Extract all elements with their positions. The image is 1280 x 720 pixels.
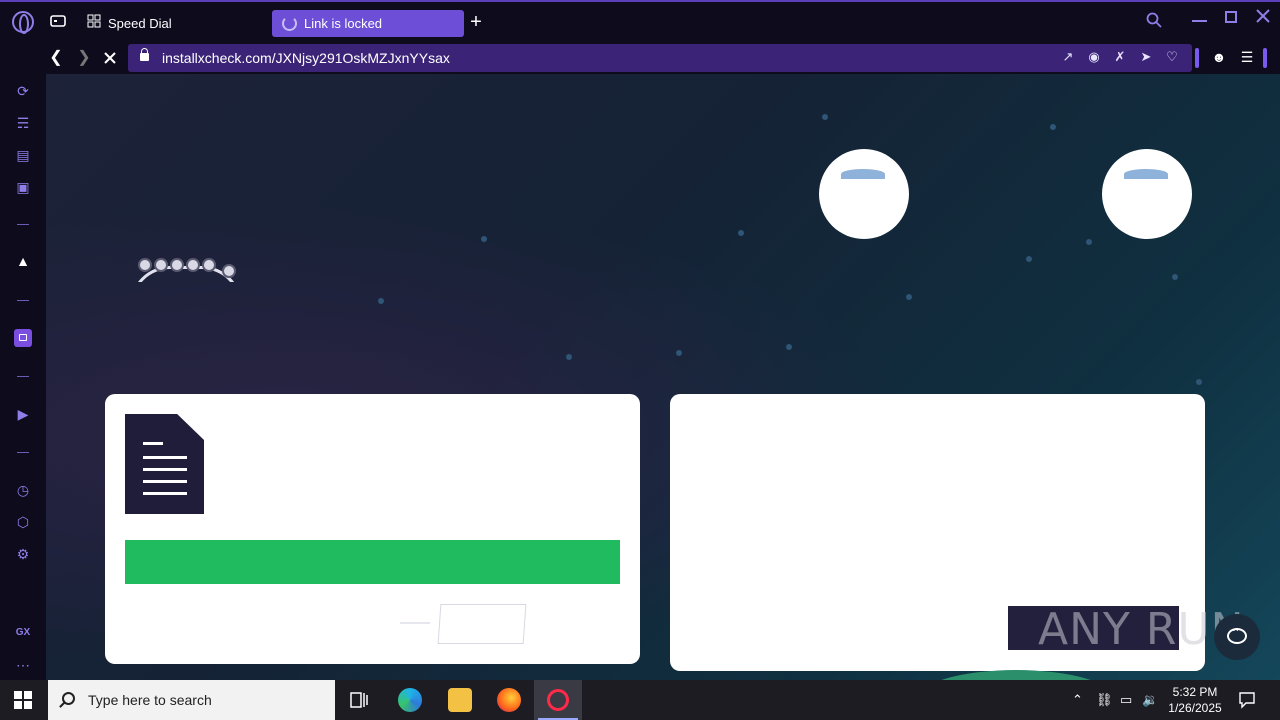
document-line [143,456,187,459]
decorative-orb [819,149,909,239]
background-star [786,344,792,350]
opera-gx-icon [547,689,569,711]
sidebar-divider [17,300,29,301]
extensions-icon[interactable]: ⬡ [14,513,32,531]
download-button[interactable] [125,540,620,584]
close-window-icon[interactable] [1256,9,1270,23]
snapshot-icon[interactable]: ◉ [1086,49,1102,65]
top-accent-line [0,0,1280,2]
gx-icon[interactable]: GX [14,624,32,642]
easy-setup-menu-icon[interactable]: ☰ [1238,48,1256,66]
background-star [738,230,744,236]
profile-icon[interactable]: ☻ [1210,48,1228,66]
twitch-icon[interactable] [14,329,32,347]
background-star [1050,124,1056,130]
firefox-icon[interactable] [497,688,521,712]
wallpaper-icon[interactable]: ▤ [14,146,32,164]
background-star [906,294,912,300]
messenger-icon[interactable]: ▣ [14,178,32,196]
stop-loading-icon[interactable] [103,51,117,65]
send-icon[interactable]: ➤ [1138,49,1154,65]
task-view-icon[interactable] [350,691,370,709]
restore-icon[interactable] [1225,11,1237,23]
background-star [481,236,487,242]
gx-control-icon[interactable]: ⟳ [14,82,32,100]
document-line [143,442,163,445]
start-button[interactable] [14,691,32,709]
clock-date: 1/26/2025 [1168,701,1222,715]
settings-gear-icon[interactable]: ⚙ [14,545,32,563]
background-star [1172,274,1178,280]
spinning-gear-graphic [124,256,250,282]
sidebar-divider [17,452,29,453]
background-star [1026,256,1032,262]
volume-icon[interactable]: 🔉 [1142,680,1158,720]
background-star [566,354,572,360]
placeholder-box [437,604,527,644]
bookmark-heart-icon[interactable]: ♡ [1164,49,1180,65]
page-content: ANY RUN [46,74,1280,680]
sidebar-accent-bar [1263,48,1267,68]
back-button[interactable]: ❮ [44,46,68,70]
sidebar-divider [17,224,29,225]
speed-dial-icon [87,14,101,28]
sidebar: ⟳ ☴ ▤ ▣ ▲ ▶ ◷ ⬡ ⚙ GX ⋯ [0,74,46,680]
tab-link-is-locked[interactable]: Link is locked [272,10,464,37]
tab-bar: Speed Dial Link is locked + [0,0,1280,42]
show-hidden-icons[interactable]: ⌃ [1072,680,1083,720]
notifications-icon[interactable] [1238,691,1256,709]
url-accent-bar [1195,48,1199,68]
tab-speed-dial[interactable]: Speed Dial [108,10,172,37]
document-line [143,480,187,483]
search-tabs-icon[interactable] [1146,12,1162,28]
background-star [822,114,828,120]
gx-corner-icon[interactable]: ☴ [14,114,32,132]
new-tab-button[interactable]: + [467,12,485,32]
windows-taskbar: Type here to search ⌃ ⛓ ▭ 🔉 5:32 PM 1/26… [0,680,1280,720]
clock-time: 5:32 PM [1172,685,1218,699]
search-icon [62,692,75,705]
address-bar: ❮ ❯ installxcheck.com/JXNjsy291OskMZJxnY… [0,42,1280,74]
download-card [105,394,640,664]
share-icon[interactable]: ↗ [1060,49,1076,65]
document-icon [125,414,204,514]
chat-button[interactable] [1214,614,1260,660]
ethernet-icon[interactable]: ▭ [1120,680,1132,720]
opera-gx-taskbar-button[interactable] [534,680,582,720]
system-clock[interactable]: 5:32 PM 1/26/2025 [1162,684,1228,716]
edge-icon[interactable] [398,688,422,712]
history-icon[interactable]: ◷ [14,481,32,499]
adblock-shield-icon[interactable]: ✗ [1112,49,1128,65]
background-star [1086,239,1092,245]
decorative-orb [1102,149,1192,239]
loading-spinner-icon [282,16,297,31]
background-star [676,350,682,356]
background-star [378,298,384,304]
player-icon[interactable]: ▶ [14,405,32,423]
file-explorer-icon[interactable] [448,688,472,712]
more-icon[interactable]: ⋯ [14,656,32,674]
url-field[interactable]: installxcheck.com/JXNjsy291OskMZJxnYYsax… [128,44,1192,72]
game-controller-icon[interactable] [50,14,66,28]
anyrun-watermark: ANY RUN [1038,604,1245,655]
lock-icon[interactable] [140,48,149,61]
sidebar-divider [17,376,29,377]
minimize-icon[interactable] [1192,20,1207,22]
placeholder-line [400,622,430,624]
background-star [1196,379,1202,385]
url-text[interactable]: installxcheck.com/JXNjsy291OskMZJxnYYsax [162,44,450,72]
document-line [143,492,187,495]
network-icon[interactable]: ⛓ [1096,680,1113,720]
forward-button[interactable]: ❯ [72,46,96,70]
taskbar-search[interactable]: Type here to search [48,680,335,720]
gx-logo-icon[interactable]: ▲ [14,252,32,270]
opera-menu-icon[interactable] [12,11,34,34]
search-placeholder: Type here to search [88,692,212,708]
tab-label: Link is locked [304,16,383,31]
planet-graphic [916,670,1116,680]
document-line [143,468,187,471]
